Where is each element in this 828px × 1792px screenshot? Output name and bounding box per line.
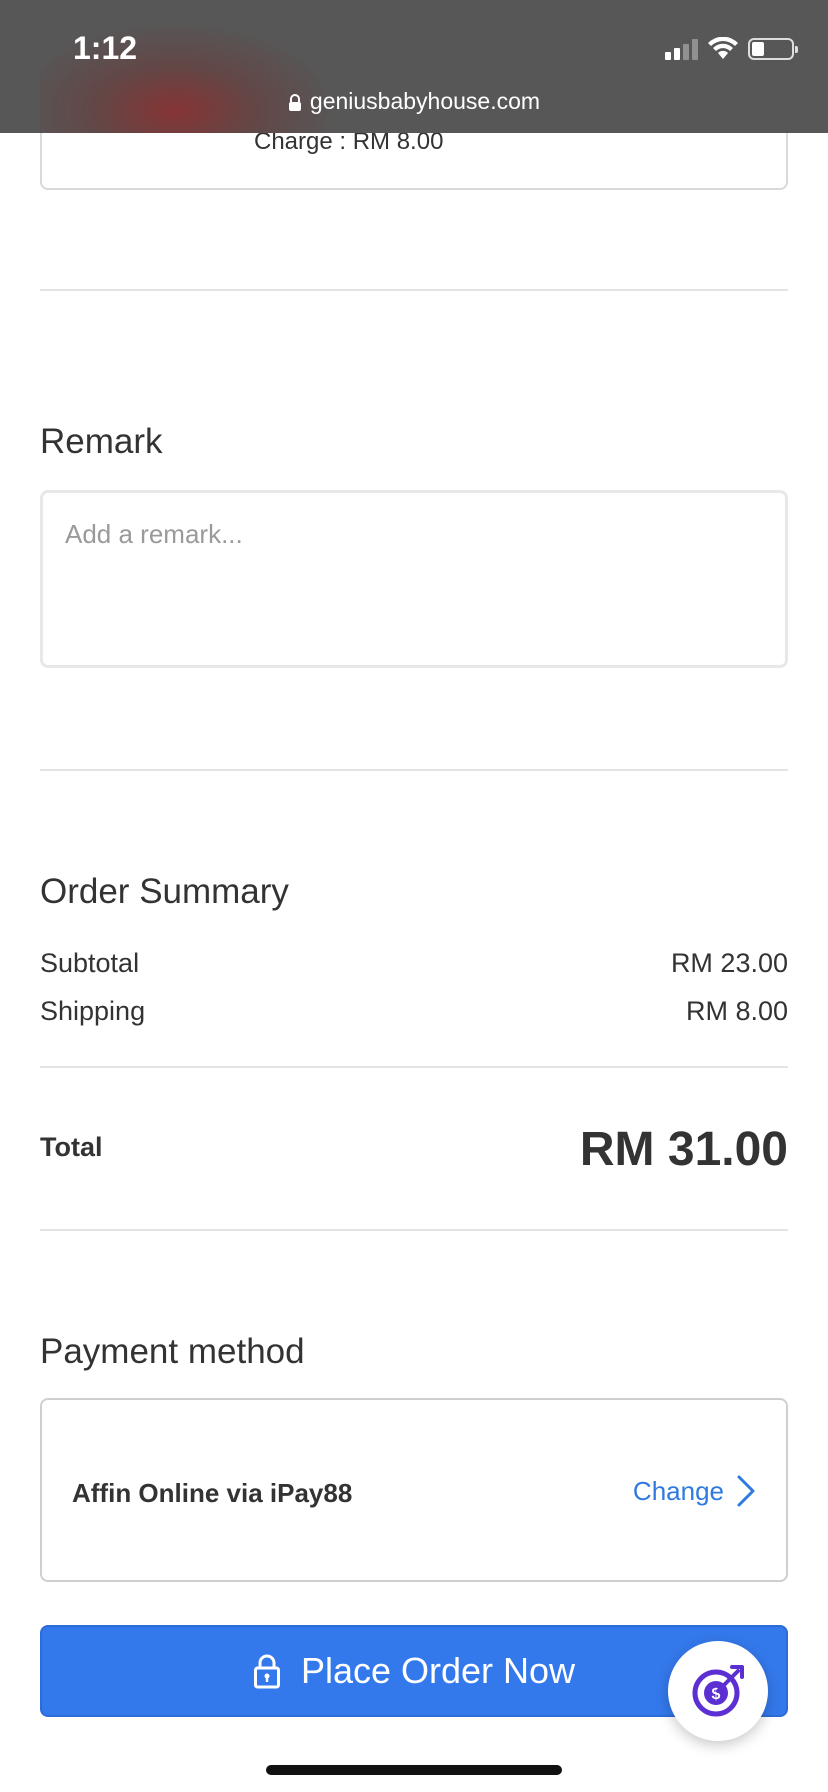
url-text: geniusbabyhouse.com <box>309 88 541 114</box>
total-value: RM 31.00 <box>579 1123 788 1176</box>
divider <box>40 1066 788 1068</box>
remark-title: Remark <box>40 422 163 461</box>
payment-method-name: Affin Online via iPay88 <box>72 1478 353 1508</box>
chevron-right-icon <box>737 1475 755 1507</box>
divider <box>40 769 788 771</box>
checkout-page: Charge : RM 8.00 1:12 geniusbabyhouse.co… <box>0 0 828 1792</box>
status-time: 1:12 <box>73 30 138 66</box>
battery-icon <box>748 38 798 60</box>
subtotal-row: Subtotal RM 23.00 <box>40 948 788 979</box>
shipping-value: RM 8.00 <box>685 996 788 1026</box>
signal-icon <box>665 38 698 60</box>
change-label: Change <box>632 1475 724 1506</box>
status-bar: 1:12 geniusbabyhouse.com <box>0 0 828 133</box>
total-label: Total <box>40 1132 103 1162</box>
url-bar[interactable]: geniusbabyhouse.com <box>0 88 828 115</box>
remark-input[interactable] <box>40 490 788 668</box>
shipping-label: Shipping <box>40 996 146 1026</box>
floating-rewards-button[interactable]: $ <box>668 1641 768 1741</box>
shipping-row: Shipping RM 8.00 <box>40 996 788 1027</box>
order-summary-title: Order Summary <box>40 872 289 911</box>
lock-icon <box>288 93 301 111</box>
change-payment-button[interactable]: Change <box>633 1474 756 1508</box>
divider <box>40 1229 788 1231</box>
target-dollar-icon: $ <box>692 1665 744 1717</box>
payment-method-title: Payment method <box>40 1332 305 1371</box>
home-indicator <box>266 1765 562 1775</box>
subtotal-value: RM 23.00 <box>670 948 788 978</box>
subtotal-label: Subtotal <box>40 948 140 978</box>
divider <box>40 289 788 291</box>
payment-method-card[interactable]: Affin Online via iPay88 Change <box>40 1398 788 1582</box>
place-order-label: Place Order Now <box>300 1650 576 1691</box>
wifi-icon <box>708 37 738 59</box>
lock-icon <box>253 1654 280 1689</box>
